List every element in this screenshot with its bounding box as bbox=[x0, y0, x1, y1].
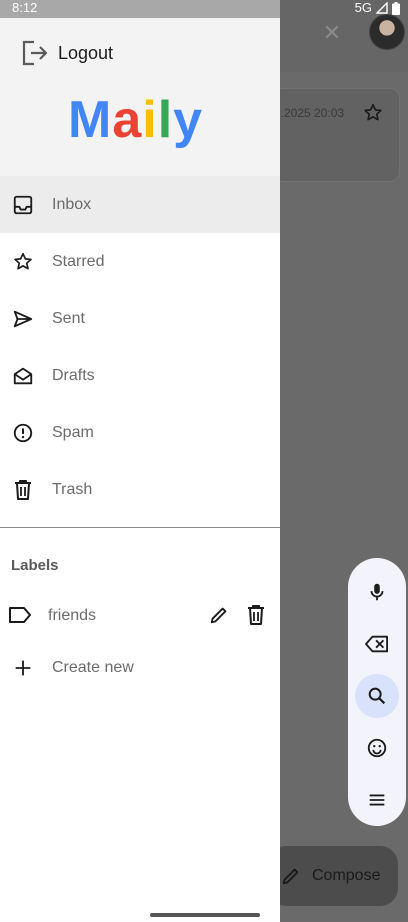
status-time: 8:12 bbox=[12, 0, 38, 15]
menu-button[interactable] bbox=[355, 778, 399, 822]
trash-icon bbox=[12, 479, 34, 501]
maily-logo: Maily bbox=[68, 90, 203, 150]
mic-button[interactable] bbox=[355, 570, 399, 614]
compose-label: Compose bbox=[312, 867, 381, 884]
plus-icon bbox=[15, 660, 31, 676]
navigation-drawer: Logout Maily Inbox Starred Sent Drafts Spam T… bbox=[0, 18, 280, 922]
delete-label-icon[interactable] bbox=[246, 604, 266, 626]
search-button[interactable] bbox=[355, 674, 399, 718]
star-icon bbox=[364, 103, 382, 121]
label-name: friends bbox=[48, 607, 97, 624]
nav-item-inbox[interactable]: Inbox bbox=[0, 176, 280, 233]
mailbox-nav: Inbox Starred Sent Drafts Spam Trash bbox=[0, 176, 280, 518]
logo-letter: l bbox=[157, 91, 174, 149]
logout-label: Logout bbox=[58, 42, 114, 63]
logo-letter: a bbox=[112, 91, 143, 149]
keyboard-tool-strip bbox=[348, 558, 406, 826]
label-tag-icon bbox=[9, 607, 31, 623]
nav-item-trash[interactable]: Trash bbox=[0, 461, 280, 518]
nav-item-sent[interactable]: Sent bbox=[0, 290, 280, 347]
mic-icon bbox=[370, 583, 384, 601]
backspace-icon bbox=[365, 635, 389, 653]
search-icon bbox=[368, 687, 386, 705]
compose-button[interactable]: Compose bbox=[268, 846, 398, 906]
edit-label-icon[interactable] bbox=[208, 604, 230, 626]
star-icon bbox=[12, 251, 34, 273]
avatar bbox=[369, 14, 405, 50]
inbox-icon bbox=[12, 194, 34, 216]
drafts-icon bbox=[12, 365, 34, 387]
drawer-header: Logout Maily bbox=[0, 18, 280, 176]
status-bar: 8:12 5G bbox=[0, 0, 408, 18]
home-indicator[interactable] bbox=[150, 913, 260, 917]
network-label: 5G bbox=[354, 0, 372, 15]
nav-item-spam[interactable]: Spam bbox=[0, 404, 280, 461]
spam-icon bbox=[12, 422, 34, 444]
nav-item-label: Sent bbox=[52, 309, 85, 327]
labels-title: Labels bbox=[11, 557, 59, 574]
nav-item-label: Inbox bbox=[52, 195, 92, 213]
logo-letter: i bbox=[142, 91, 158, 149]
battery-icon bbox=[392, 1, 400, 15]
nav-item-drafts[interactable]: Drafts bbox=[0, 347, 280, 404]
close-icon: ✕ bbox=[322, 20, 342, 45]
pencil-icon bbox=[282, 868, 299, 885]
logo-letter: y bbox=[173, 91, 204, 149]
create-label: Create new bbox=[52, 659, 134, 676]
logo-letter: M bbox=[68, 91, 113, 149]
nav-item-label: Drafts bbox=[52, 366, 95, 384]
logout-icon bbox=[22, 40, 48, 66]
nav-item-label: Spam bbox=[52, 423, 94, 441]
create-label-button[interactable]: Create new bbox=[12, 657, 134, 679]
email-date: 5.2025 20:03 bbox=[274, 106, 345, 120]
status-indicators: 5G bbox=[355, 0, 400, 16]
emoji-button[interactable] bbox=[355, 726, 399, 770]
nav-item-label: Trash bbox=[52, 480, 93, 498]
status-bar-left bbox=[0, 0, 280, 18]
label-item-friends[interactable]: friends bbox=[0, 598, 280, 634]
emoji-icon bbox=[367, 738, 387, 758]
nav-item-starred[interactable]: Starred bbox=[0, 233, 280, 290]
logout-button[interactable]: Logout bbox=[20, 38, 113, 68]
signal-icon bbox=[376, 2, 388, 14]
menu-icon bbox=[369, 794, 385, 806]
nav-item-label: Starred bbox=[52, 252, 105, 270]
divider bbox=[0, 527, 280, 528]
backspace-button[interactable] bbox=[355, 622, 399, 666]
send-icon bbox=[12, 308, 34, 330]
